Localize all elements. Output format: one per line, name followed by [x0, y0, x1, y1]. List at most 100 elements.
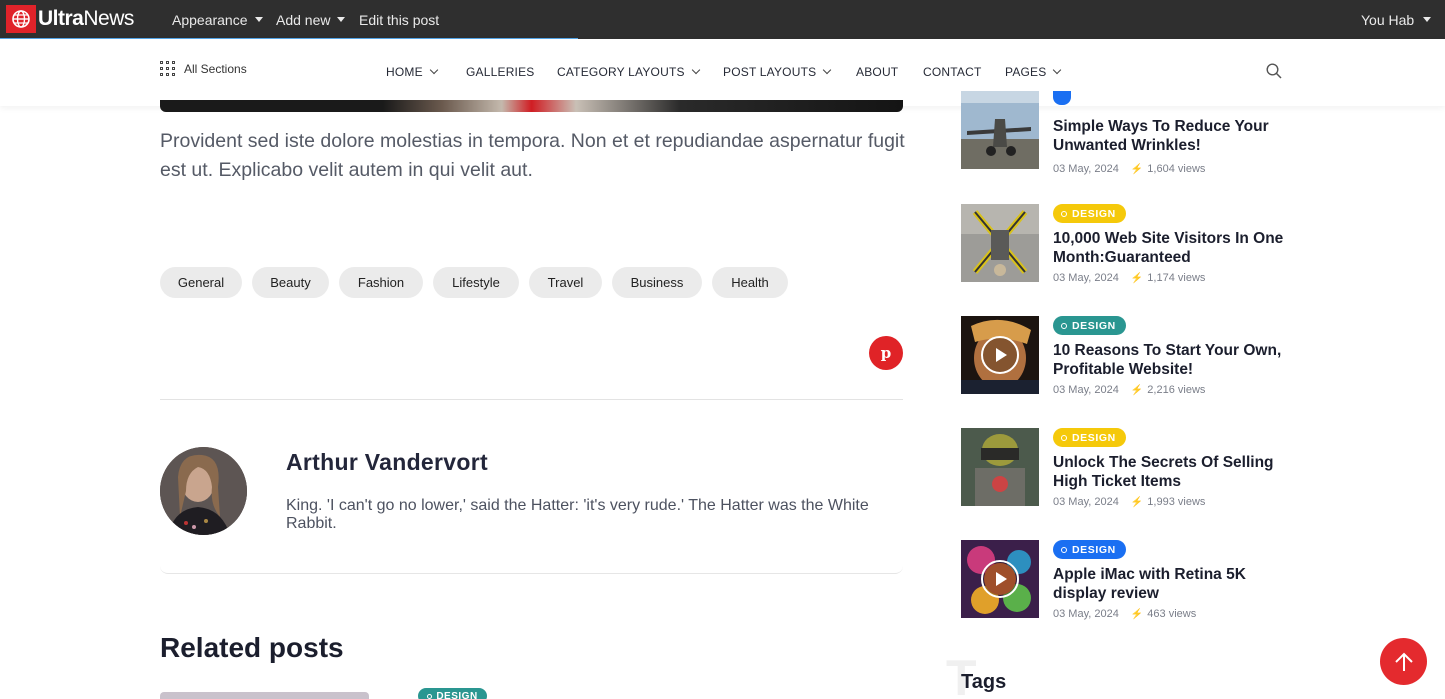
nav-label: HOME	[386, 65, 423, 79]
chevron-down-icon	[691, 65, 700, 75]
caret-down-icon	[337, 17, 346, 22]
nav-item-post-layouts[interactable]: POST LAYOUTS	[723, 65, 832, 79]
post-title[interactable]: Apple iMac with Retina 5K display review	[1053, 565, 1293, 603]
divider	[160, 399, 903, 400]
category-badge[interactable]: DESIGN	[1053, 316, 1126, 335]
caret-down-icon	[254, 17, 263, 22]
nav-item-home[interactable]: HOME	[386, 65, 439, 79]
post-meta: 03 May, 2024 ⚡ 1,174 views	[1053, 272, 1205, 284]
post-meta: 03 May, 2024 ⚡ 2,216 views	[1053, 384, 1205, 396]
article-paragraph: Provident sed iste dolore molestias in t…	[160, 130, 905, 181]
post-date: 03 May, 2024	[1053, 496, 1119, 508]
badge-label: DESIGN	[436, 690, 478, 699]
admin-bar: Ultra News Appearance Add new Edit this p…	[0, 0, 1445, 39]
nav-item-contact[interactable]: CONTACT	[923, 65, 982, 79]
category-badge[interactable]: DESIGN	[1053, 540, 1126, 559]
author-bio: King. 'I can't go no lower,' said the Ha…	[286, 497, 869, 532]
tag-health[interactable]: Health	[712, 267, 788, 298]
post-thumbnail[interactable]	[961, 91, 1039, 169]
category-badge[interactable]: DESIGN	[1053, 204, 1126, 223]
user-menu[interactable]: You Hab	[1361, 0, 1432, 39]
back-to-top-button[interactable]	[1380, 638, 1427, 685]
sidebar-post[interactable]: DESIGN Unlock The Secrets Of Selling Hig…	[961, 428, 1293, 508]
add-new-menu[interactable]: Add new	[276, 0, 346, 39]
tag-travel[interactable]: Travel	[529, 267, 602, 298]
post-views: 463 views	[1147, 608, 1197, 620]
pinterest-icon[interactable]: p	[869, 336, 903, 370]
post-title[interactable]: Unlock The Secrets Of Selling High Ticke…	[1053, 453, 1293, 491]
chevron-down-icon	[429, 65, 439, 75]
author-avatar[interactable]	[160, 447, 247, 535]
badge-dot-icon	[1061, 210, 1067, 217]
tag-fashion[interactable]: Fashion	[339, 267, 423, 298]
post-date: 03 May, 2024	[1053, 272, 1119, 284]
appearance-menu[interactable]: Appearance	[172, 0, 263, 39]
arrow-up-icon	[1394, 652, 1413, 671]
post-meta: 03 May, 2024 ⚡ 1,604 views	[1053, 163, 1205, 175]
play-icon[interactable]	[981, 560, 1019, 598]
post-thumbnail[interactable]	[961, 428, 1039, 506]
post-date: 03 May, 2024	[1053, 163, 1119, 175]
appearance-label: Appearance	[172, 11, 248, 28]
author-name[interactable]: Arthur Vandervort	[286, 449, 488, 476]
views-icon: ⚡	[1130, 384, 1144, 396]
nav-label: POST LAYOUTS	[723, 65, 817, 79]
badge-label: DESIGN	[1072, 543, 1116, 556]
grid-icon	[160, 61, 175, 76]
all-sections-label: All Sections	[184, 61, 247, 76]
author-box: Arthur Vandervort King. 'I can't go no l…	[160, 447, 903, 574]
tag-general[interactable]: General	[160, 267, 242, 298]
sidebar-post[interactable]: DESIGN 10,000 Web Site Visitors In One M…	[961, 204, 1293, 284]
tag-lifestyle[interactable]: Lifestyle	[433, 267, 519, 298]
post-meta: 03 May, 2024 ⚡ 463 views	[1053, 608, 1196, 620]
views-icon: ⚡	[1130, 272, 1144, 284]
sidebar-post[interactable]: DESIGN 10 Reasons To Start Your Own, Pro…	[961, 316, 1293, 396]
related-post-badge[interactable]: DESIGN	[418, 688, 487, 699]
category-badge[interactable]: DESIGN	[1053, 428, 1126, 447]
user-name: You Hab	[1361, 11, 1415, 28]
post-views: 1,604 views	[1147, 163, 1206, 175]
sidebar-post[interactable]: DESIGN Apple iMac with Retina 5K display…	[961, 540, 1293, 620]
post-views: 1,174 views	[1147, 272, 1206, 284]
nav-item-about[interactable]: ABOUT	[856, 65, 898, 79]
edit-post-link[interactable]: Edit this post	[359, 0, 439, 39]
post-title[interactable]: Simple Ways To Reduce Your Unwanted Wrin…	[1053, 117, 1293, 155]
category-badge[interactable]	[1053, 91, 1071, 105]
tag-beauty[interactable]: Beauty	[252, 267, 329, 298]
views-icon: ⚡	[1130, 608, 1144, 620]
nav-item-category-layouts[interactable]: CATEGORY LAYOUTS	[557, 65, 700, 79]
nav-label: CATEGORY LAYOUTS	[557, 65, 685, 79]
related-posts-heading: Related posts	[160, 632, 344, 663]
featured-image-bottom	[160, 100, 903, 112]
post-title[interactable]: 10 Reasons To Start Your Own, Profitable…	[1053, 341, 1293, 379]
chevron-down-icon	[823, 65, 832, 75]
badge-dot-icon	[1061, 546, 1067, 553]
search-icon[interactable]	[1266, 63, 1282, 79]
post-date: 03 May, 2024	[1053, 608, 1119, 620]
post-thumbnail[interactable]	[961, 316, 1039, 394]
views-icon: ⚡	[1130, 496, 1144, 508]
play-icon[interactable]	[981, 336, 1019, 374]
post-meta: 03 May, 2024 ⚡ 1,993 views	[1053, 496, 1205, 508]
badge-dot-icon	[1061, 322, 1067, 329]
badge-dot-icon	[1061, 434, 1067, 441]
badge-label: DESIGN	[1072, 431, 1116, 444]
tags-heading: Tags	[961, 671, 1007, 693]
badge-label: DESIGN	[1072, 207, 1116, 220]
all-sections-button[interactable]: All Sections	[160, 61, 247, 76]
tag-business[interactable]: Business	[612, 267, 702, 298]
post-date: 03 May, 2024	[1053, 384, 1119, 396]
post-views: 1,993 views	[1147, 496, 1206, 508]
nav-label: ABOUT	[856, 65, 899, 79]
post-thumbnail[interactable]	[961, 540, 1039, 618]
site-logo[interactable]: Ultra News	[6, 5, 134, 33]
post-views: 2,216 views	[1147, 384, 1206, 396]
related-post-thumbnail[interactable]	[160, 692, 369, 699]
badge-label: DESIGN	[1072, 319, 1116, 332]
nav-item-pages[interactable]: PAGES	[1005, 65, 1062, 79]
sidebar-post[interactable]: Simple Ways To Reduce Your Unwanted Wrin…	[961, 91, 1293, 175]
nav-item-galleries[interactable]: GALLERIES	[466, 65, 535, 79]
add-new-label: Add new	[276, 11, 331, 28]
post-title[interactable]: 10,000 Web Site Visitors In One Month:Gu…	[1053, 229, 1293, 267]
post-thumbnail[interactable]	[961, 204, 1039, 282]
